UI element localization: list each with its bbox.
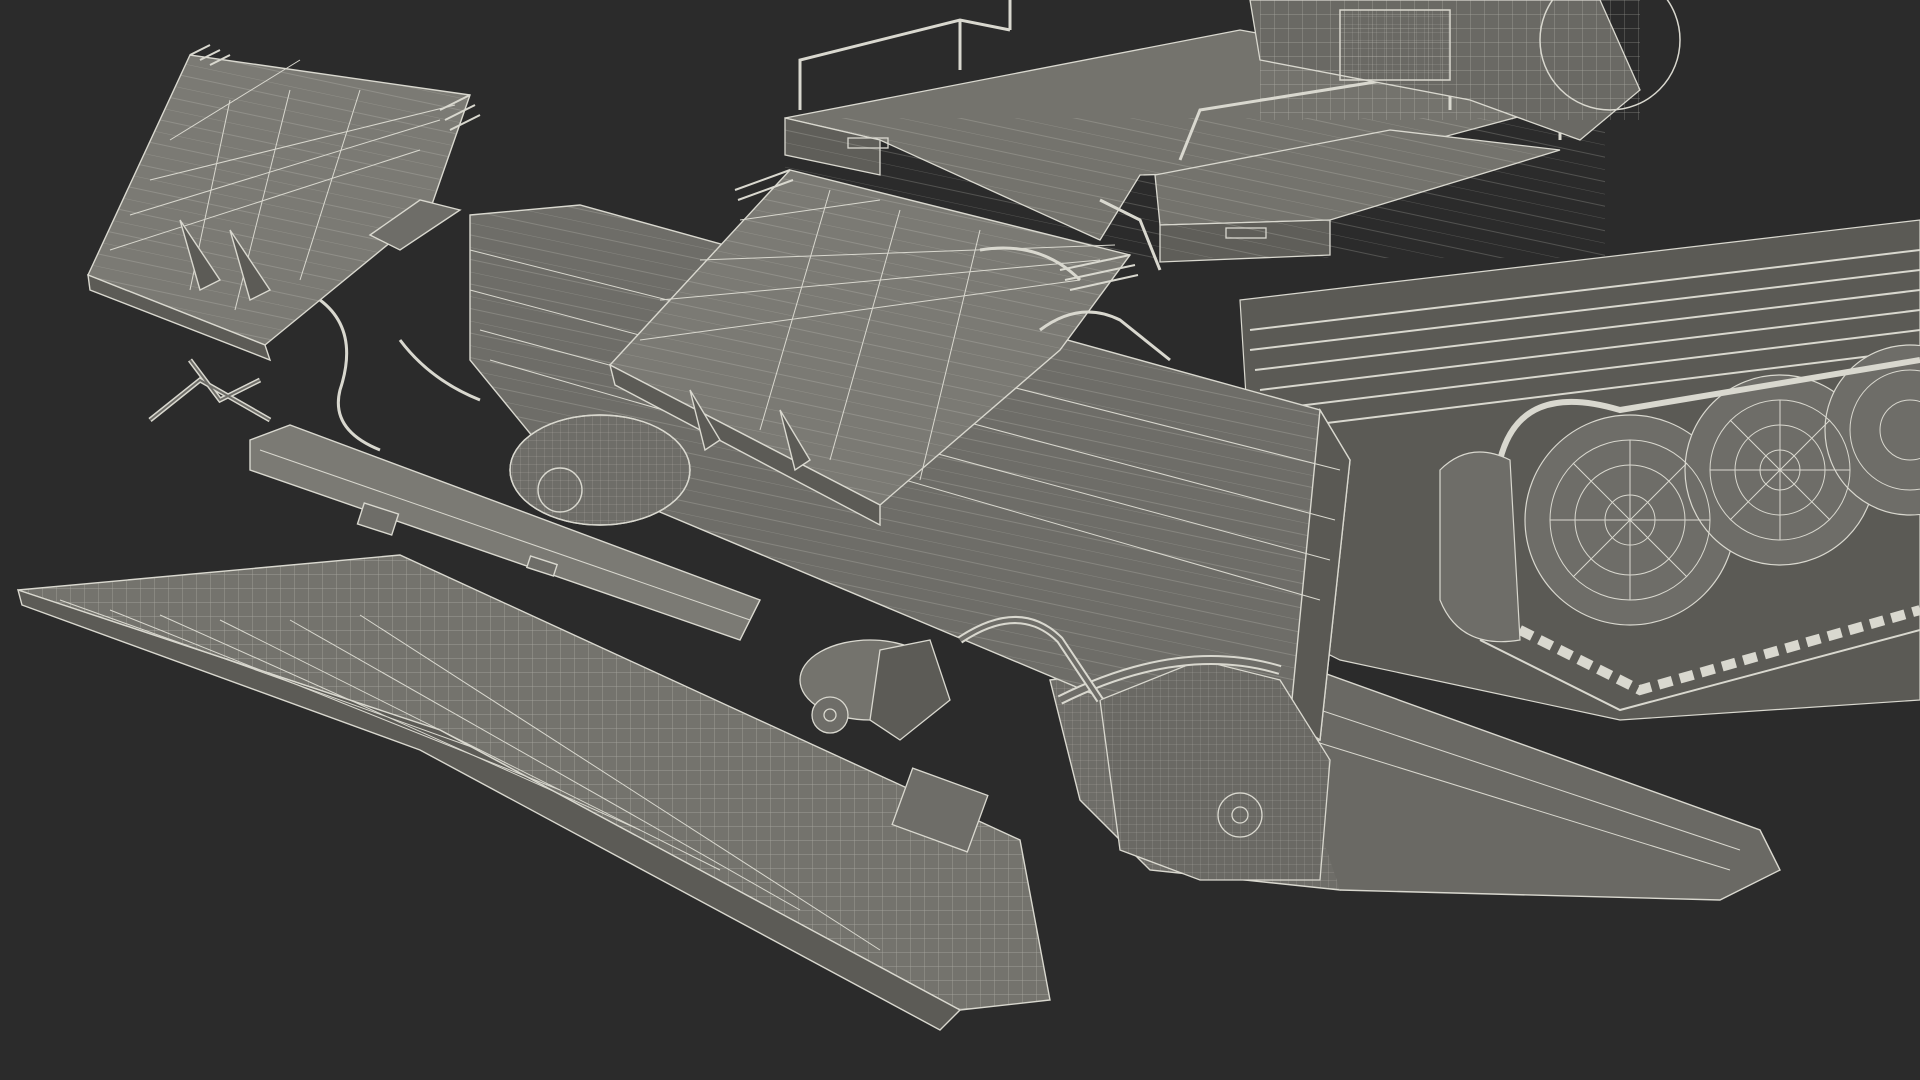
wireframe-render — [0, 0, 1920, 1080]
